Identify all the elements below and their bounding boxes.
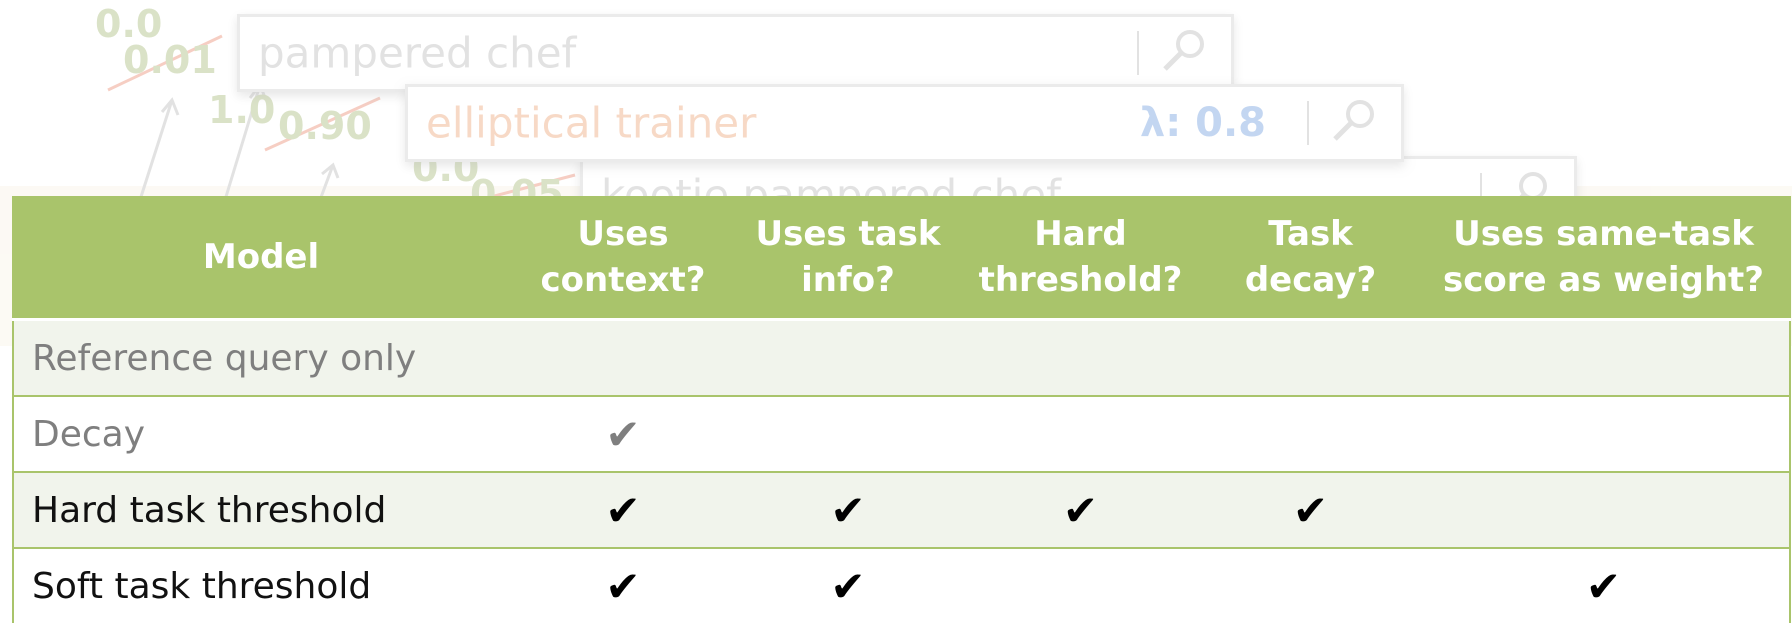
checkmark-icon: ✔ <box>508 395 738 472</box>
search-query: elliptical trainer <box>426 98 757 148</box>
check-cell <box>958 395 1203 472</box>
arrow-head <box>321 162 340 179</box>
model-name: Hard task threshold <box>13 471 508 548</box>
checkmark-icon: ✔ <box>958 471 1203 548</box>
column-header-uses-context: Uses context? <box>508 196 738 321</box>
model-comparison-table: Model Uses context? Uses task info? Hard… <box>12 196 1791 623</box>
check-cell <box>1203 547 1418 623</box>
checkmark-icon: ✔ <box>508 471 738 548</box>
arrow-line <box>138 99 174 201</box>
arrow-line <box>318 164 335 201</box>
model-name: Decay <box>13 395 508 472</box>
model-comparison-table-wrap: Model Uses context? Uses task info? Hard… <box>12 196 1791 623</box>
check-cell <box>1418 471 1790 548</box>
search-box: pampered chef <box>237 14 1234 92</box>
model-name: Reference query only <box>13 318 508 396</box>
arrow-lines <box>107 34 576 207</box>
check-cell <box>958 318 1203 396</box>
checkmark-icon: ✔ <box>1418 547 1790 623</box>
background-illustration: 0.0 0.01 1.0 0.90 0.0 0.05 pampered chef… <box>0 0 1792 346</box>
column-header-model: Model <box>13 196 508 321</box>
table-row: Soft task threshold ✔ ✔ ✔ <box>13 547 1790 623</box>
check-cell <box>738 395 958 472</box>
lambda-label: λ: 0.8 <box>1139 100 1266 146</box>
search-icon <box>1329 96 1379 150</box>
arrow-line <box>223 84 262 201</box>
search-box: elliptical trainer λ: 0.8 <box>405 84 1404 162</box>
model-name: Soft task threshold <box>13 547 508 623</box>
checkmark-icon: ✔ <box>1203 471 1418 548</box>
check-cell <box>1203 318 1418 396</box>
check-cell <box>1418 395 1790 472</box>
score-label: 0.0 <box>412 146 480 190</box>
arrow-head <box>160 97 180 116</box>
column-header-uses-task-info: Uses task info? <box>738 196 958 321</box>
search-icon <box>1159 26 1209 80</box>
divider <box>1137 31 1139 75</box>
check-cell <box>1203 395 1418 472</box>
score-label: 0.90 <box>278 104 372 148</box>
table-row: Decay ✔ <box>13 395 1790 472</box>
divider <box>1307 101 1309 145</box>
checkmark-icon: ✔ <box>738 471 958 548</box>
column-header-same-task-weight: Uses same-task score as weight? <box>1418 196 1790 321</box>
score-label: 0.0 <box>95 2 163 46</box>
checkmark-icon: ✔ <box>508 547 738 623</box>
table-row: Reference query only <box>13 318 1790 396</box>
search-query: pampered chef <box>258 28 577 78</box>
check-cell <box>958 547 1203 623</box>
strike-line <box>264 96 381 152</box>
check-cell <box>1418 318 1790 396</box>
table-header-row: Model Uses context? Uses task info? Hard… <box>13 196 1790 321</box>
strike-line <box>107 34 223 92</box>
check-cell <box>738 318 958 396</box>
table-row: Hard task threshold ✔ ✔ ✔ ✔ <box>13 471 1790 548</box>
checkmark-icon: ✔ <box>738 547 958 623</box>
column-header-task-decay: Task decay? <box>1203 196 1418 321</box>
check-cell <box>508 318 738 396</box>
score-label: 1.0 <box>208 88 276 132</box>
column-header-hard-threshold: Hard threshold? <box>958 196 1203 321</box>
slide: 0.0 0.01 1.0 0.90 0.0 0.05 pampered chef… <box>0 0 1792 624</box>
arrow-head <box>248 81 268 101</box>
score-label: 0.01 <box>123 38 217 82</box>
